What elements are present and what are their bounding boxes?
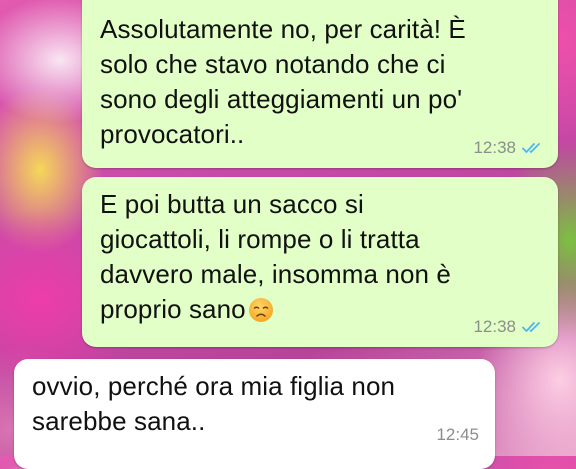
message-time: 12:45 xyxy=(436,425,479,444)
message-meta: 12:38 xyxy=(473,317,542,337)
message-text: ovvio, perché ora mia figlia non sarebbe… xyxy=(32,371,396,436)
message-bubble-outgoing[interactable]: E poi butta un sacco si giocattoli, li r… xyxy=(82,177,558,347)
double-check-icon xyxy=(522,142,542,154)
message-text: Assolutamente no, per carità! È solo che… xyxy=(100,14,466,149)
message-time: 12:38 xyxy=(473,138,516,157)
message-bubble-incoming[interactable]: ovvio, perché ora mia figlia non sarebbe… xyxy=(14,359,495,469)
message-meta: 12:45 xyxy=(436,425,479,445)
message-text: E poi butta un sacco si giocattoli, li r… xyxy=(100,187,542,327)
message-meta: 12:38 xyxy=(473,138,542,158)
disappointed-face-icon xyxy=(248,297,274,323)
message-time: 12:38 xyxy=(473,317,516,336)
message-bubble-outgoing[interactable]: Assolutamente no, per carità! È solo che… xyxy=(82,0,558,168)
message-text-content: E poi butta un sacco si giocattoli, li r… xyxy=(100,189,451,324)
double-check-icon xyxy=(522,321,542,333)
chat-area: Assolutamente no, per carità! È solo che… xyxy=(0,0,576,469)
